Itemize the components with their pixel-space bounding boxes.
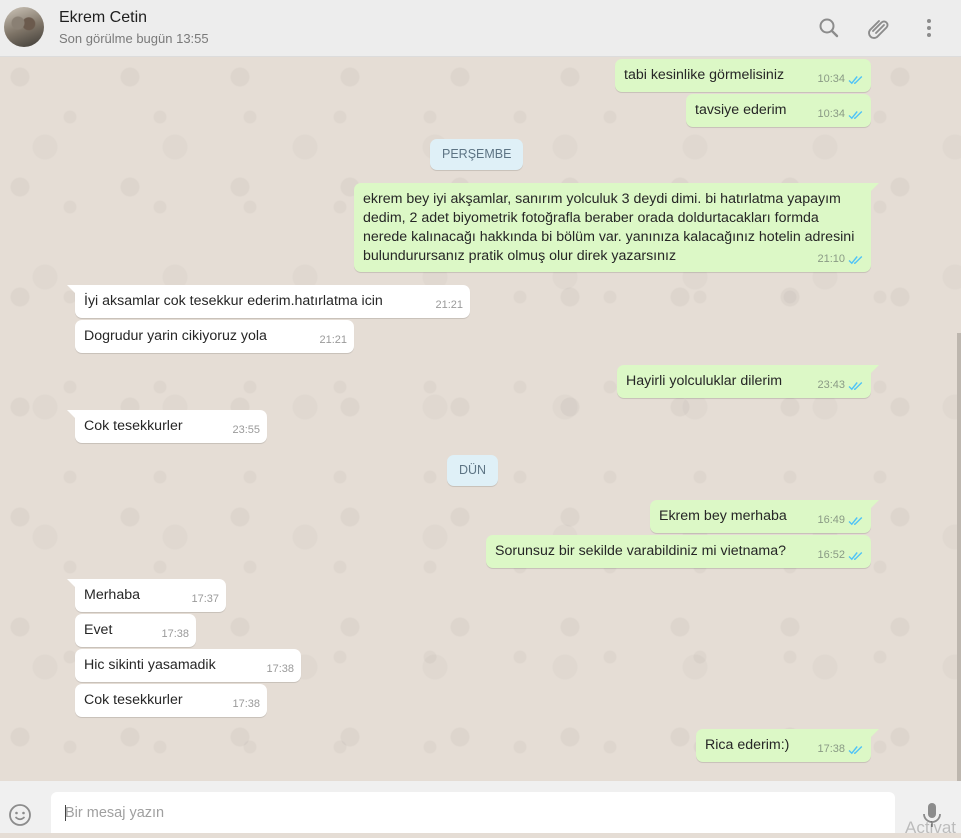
contact-avatar[interactable] bbox=[4, 7, 44, 47]
text-cursor bbox=[65, 805, 66, 821]
message-text: Ekrem bey merhaba bbox=[659, 508, 787, 524]
message-list[interactable]: tabi kesinlike görmelisiniz 10:34 tavsiy… bbox=[0, 57, 961, 781]
message-time: 21:21 bbox=[319, 334, 347, 346]
attach-icon[interactable] bbox=[865, 14, 893, 42]
message-time: 21:21 bbox=[435, 299, 463, 311]
message-outgoing[interactable]: Rica ederim:) 17:38 bbox=[696, 729, 879, 762]
message-incoming[interactable]: Dogrudur yarin cikiyoruz yola 21:21 bbox=[75, 320, 354, 353]
message-text: ekrem bey iyi akşamlar, sanırım yolculuk… bbox=[363, 191, 855, 264]
message-outgoing[interactable]: tavsiye ederim 10:34 bbox=[686, 94, 871, 127]
message-time: 21:10 bbox=[817, 253, 845, 265]
message-time: 10:34 bbox=[817, 73, 845, 85]
activation-watermark: Activat bbox=[905, 818, 957, 837]
message-outgoing[interactable]: Ekrem bey merhaba 16:49 bbox=[650, 500, 879, 533]
message-text: tavsiye ederim bbox=[695, 102, 787, 118]
message-time: 10:34 bbox=[817, 108, 845, 120]
read-receipt-icon bbox=[848, 745, 864, 755]
message-incoming[interactable]: Cok tesekkurler 23:55 bbox=[67, 410, 267, 443]
message-outgoing[interactable]: Hayirli yolculuklar dilerim 23:43 bbox=[617, 365, 879, 398]
message-text: Cok tesekkurler bbox=[84, 692, 183, 708]
message-time: 17:38 bbox=[266, 663, 294, 675]
read-receipt-icon bbox=[848, 381, 864, 391]
message-time: 16:52 bbox=[817, 549, 845, 561]
message-incoming[interactable]: İyi aksamlar cok tesekkur ederim.hatırla… bbox=[67, 285, 470, 318]
contact-name[interactable]: Ekrem Cetin bbox=[59, 9, 147, 27]
menu-icon[interactable] bbox=[915, 14, 943, 42]
composer-bar: Activat bbox=[0, 781, 961, 837]
scrollbar[interactable] bbox=[957, 333, 961, 781]
message-text: Dogrudur yarin cikiyoruz yola bbox=[84, 328, 267, 344]
message-text: tabi kesinlike görmelisiniz bbox=[624, 67, 785, 83]
message-incoming[interactable]: Cok tesekkurler 17:38 bbox=[75, 684, 267, 717]
message-time: 23:43 bbox=[817, 379, 845, 391]
message-input[interactable] bbox=[51, 792, 899, 833]
message-text: Merhaba bbox=[84, 587, 140, 603]
message-time: 16:49 bbox=[817, 514, 845, 526]
message-time: 17:38 bbox=[161, 628, 189, 640]
message-outgoing[interactable]: ekrem bey iyi akşamlar, sanırım yolculuk… bbox=[354, 183, 879, 272]
message-time: 23:55 bbox=[232, 424, 260, 436]
last-seen-status: Son görülme bugün 13:55 bbox=[59, 31, 209, 46]
message-text: Rica ederim:) bbox=[705, 737, 790, 753]
message-text: İyi aksamlar cok tesekkur ederim.hatırla… bbox=[84, 293, 383, 309]
read-receipt-icon bbox=[848, 255, 864, 265]
read-receipt-icon bbox=[848, 551, 864, 561]
message-time: 17:38 bbox=[817, 743, 845, 755]
message-text: Hayirli yolculuklar dilerim bbox=[626, 373, 783, 389]
chat-header: Ekrem Cetin Son görülme bugün 13:55 bbox=[0, 0, 961, 57]
message-time: 17:38 bbox=[232, 698, 260, 710]
message-incoming[interactable]: Evet 17:38 bbox=[75, 614, 196, 647]
read-receipt-icon bbox=[848, 75, 864, 85]
message-text: Evet bbox=[84, 622, 113, 638]
read-receipt-icon bbox=[848, 516, 864, 526]
read-receipt-icon bbox=[848, 110, 864, 120]
day-divider: PERŞEMBE bbox=[430, 139, 524, 170]
message-text: Sorunsuz bir sekilde varabildiniz mi vie… bbox=[495, 543, 786, 559]
emoji-icon[interactable] bbox=[8, 803, 32, 827]
search-icon[interactable] bbox=[815, 14, 843, 42]
message-time: 17:37 bbox=[191, 593, 219, 605]
message-input-container bbox=[51, 792, 899, 833]
message-text: Hic sikinti yasamadik bbox=[84, 657, 216, 673]
message-incoming[interactable]: Hic sikinti yasamadik 17:38 bbox=[75, 649, 301, 682]
message-text: Cok tesekkurler bbox=[84, 418, 183, 434]
message-outgoing[interactable]: tabi kesinlike görmelisiniz 10:34 bbox=[615, 59, 871, 92]
message-incoming[interactable]: Merhaba 17:37 bbox=[67, 579, 226, 612]
day-divider: DÜN bbox=[447, 455, 499, 486]
message-outgoing[interactable]: Sorunsuz bir sekilde varabildiniz mi vie… bbox=[486, 535, 871, 568]
